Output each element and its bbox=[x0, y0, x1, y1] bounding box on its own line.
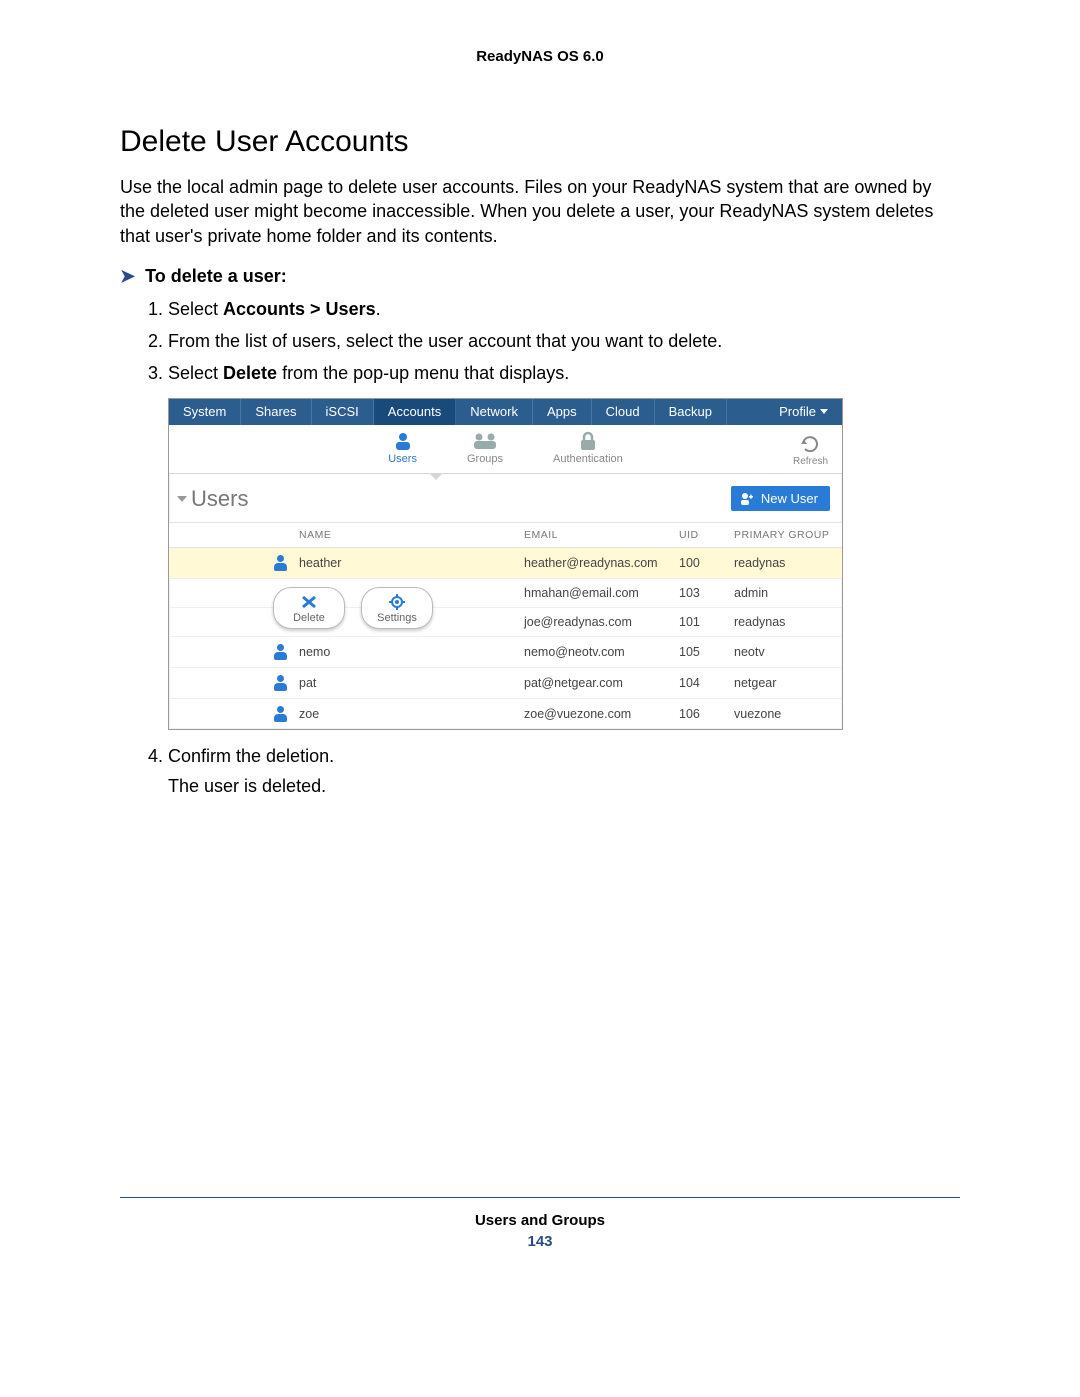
step-4: Confirm the deletion. bbox=[168, 744, 960, 768]
refresh-icon bbox=[799, 435, 821, 453]
active-tab-notch bbox=[429, 473, 443, 480]
section-title: Delete User Accounts bbox=[120, 125, 960, 159]
col-name[interactable]: NAME bbox=[299, 529, 524, 541]
add-user-icon bbox=[739, 492, 753, 506]
gear-icon bbox=[388, 594, 406, 610]
users-icon bbox=[391, 431, 415, 451]
procedure-title: To delete a user: bbox=[145, 266, 287, 287]
table-row[interactable]: joe@readynas.com 101 readynas bbox=[169, 608, 842, 637]
popup-delete-button[interactable]: Delete bbox=[273, 587, 345, 629]
col-group[interactable]: PRIMARY GROUP bbox=[734, 529, 832, 541]
tab-iscsi[interactable]: iSCSI bbox=[312, 399, 374, 425]
tab-shares[interactable]: Shares bbox=[241, 399, 311, 425]
tab-network[interactable]: Network bbox=[456, 399, 533, 425]
user-icon bbox=[273, 675, 289, 691]
lock-icon bbox=[577, 431, 599, 451]
tab-backup[interactable]: Backup bbox=[655, 399, 727, 425]
groups-icon bbox=[471, 431, 499, 451]
table-row[interactable]: heather heather@readynas.com 100 readyna… bbox=[169, 548, 842, 579]
subnav-groups[interactable]: Groups bbox=[467, 431, 503, 465]
refresh-button[interactable]: Refresh bbox=[793, 435, 828, 467]
tab-system[interactable]: System bbox=[169, 399, 241, 425]
result-text: The user is deleted. bbox=[168, 776, 960, 797]
tab-apps[interactable]: Apps bbox=[533, 399, 592, 425]
subnav-auth[interactable]: Authentication bbox=[553, 431, 623, 465]
table-row[interactable]: pat pat@netgear.com 104 netgear bbox=[169, 668, 842, 699]
procedure-heading: ➤ To delete a user: bbox=[120, 266, 960, 287]
table-header: NAME EMAIL UID PRIMARY GROUP bbox=[169, 522, 842, 548]
footer-title: Users and Groups bbox=[120, 1212, 960, 1229]
col-email[interactable]: EMAIL bbox=[524, 529, 679, 541]
subnav-users[interactable]: Users bbox=[388, 431, 417, 465]
doc-header: ReadyNAS OS 6.0 bbox=[120, 48, 960, 65]
step-1: Select Accounts > Users. bbox=[168, 297, 960, 321]
top-nav: System Shares iSCSI Accounts Network App… bbox=[169, 399, 842, 425]
sub-nav: Users Groups Authentication bbox=[169, 425, 842, 474]
profile-menu[interactable]: Profile bbox=[765, 399, 842, 425]
user-icon bbox=[273, 706, 289, 722]
arrow-icon: ➤ bbox=[120, 266, 135, 287]
page-footer: Users and Groups 143 bbox=[120, 1197, 960, 1250]
table-row[interactable]: nemo nemo@neotv.com 105 neotv bbox=[169, 637, 842, 668]
users-section-title[interactable]: Users bbox=[177, 486, 248, 512]
col-uid[interactable]: UID bbox=[679, 529, 734, 541]
table-row[interactable]: hmahan@email.com 103 admin bbox=[169, 579, 842, 608]
admin-ui-screenshot: System Shares iSCSI Accounts Network App… bbox=[168, 398, 843, 730]
user-icon bbox=[273, 644, 289, 660]
new-user-button[interactable]: New User bbox=[731, 486, 830, 511]
table-row[interactable]: zoe zoe@vuezone.com 106 vuezone bbox=[169, 699, 842, 729]
delete-icon bbox=[300, 594, 318, 610]
collapse-icon bbox=[177, 496, 187, 502]
step-3: Select Delete from the pop-up menu that … bbox=[168, 361, 960, 385]
footer-page-number: 143 bbox=[120, 1233, 960, 1250]
user-icon bbox=[273, 555, 289, 571]
tab-accounts[interactable]: Accounts bbox=[374, 399, 456, 425]
profile-label: Profile bbox=[779, 404, 816, 419]
users-table: NAME EMAIL UID PRIMARY GROUP heather hea… bbox=[169, 522, 842, 729]
tab-cloud[interactable]: Cloud bbox=[592, 399, 655, 425]
intro-paragraph: Use the local admin page to delete user … bbox=[120, 175, 960, 248]
chevron-down-icon bbox=[820, 409, 828, 414]
step-2: From the list of users, select the user … bbox=[168, 329, 960, 353]
popup-settings-button[interactable]: Settings bbox=[361, 587, 433, 629]
